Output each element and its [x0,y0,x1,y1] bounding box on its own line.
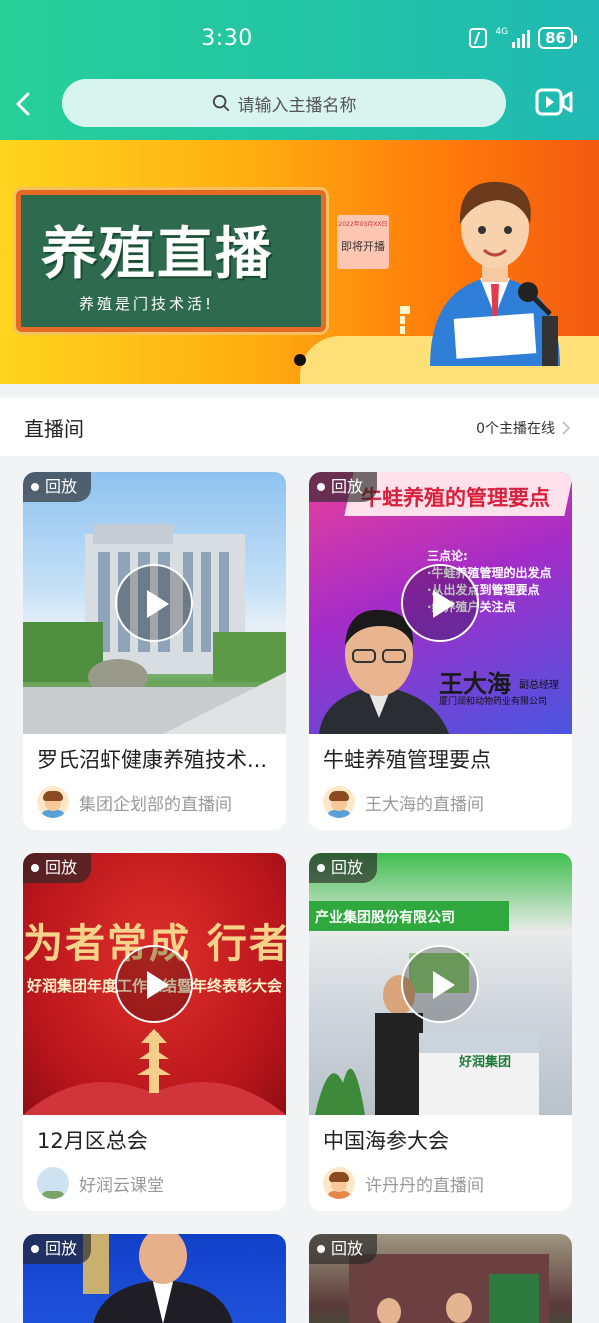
presenter-illustration [400,181,560,366]
live-room-section-header: 直播间 0个主播在线 [0,398,599,456]
live-card[interactable]: 回放 [23,1234,286,1323]
card-title: 中国海参大会 [323,1129,449,1153]
avatar [323,1167,355,1199]
avatar [37,1167,69,1199]
author-name: 集团企划部的直播间 [79,794,232,815]
back-button[interactable] [6,84,46,124]
card-thumbnail: 牛蛙养殖的管理要点 三点论: ·牛蛙养殖管理的出发点 ·从出发点到管理要点 ·给… [309,472,572,734]
search-placeholder: 请输入主播名称 [237,95,357,116]
thumb-brand: 好润集团 [459,1055,512,1070]
card-author[interactable]: 集团企划部的直播间 [37,786,232,818]
card-title: 12月区总会 [37,1129,148,1153]
header: 3:30 4G 86 请输入主播名称 [0,0,599,140]
promo-banner[interactable]: 养殖直播 养殖是门技术活! 2022年03月XX日 即将开播 [0,140,599,384]
navbar: 请输入主播名称 [0,78,599,130]
online-count-text: 0个主播在线 [476,421,555,437]
status-icons: 4G 86 [469,27,577,49]
go-live-button[interactable] [535,86,573,118]
section-title: 直播间 [24,417,84,441]
network-label: 4G [495,27,509,37]
card-title: 牛蛙养殖管理要点 [323,748,491,772]
banner-sticky-note: 2022年03月XX日 即将开播 [337,215,389,269]
banner-page-indicator [294,354,306,366]
card-author[interactable]: 好润云课堂 [37,1167,164,1199]
card-author[interactable]: 王大海的直播间 [323,786,484,818]
replay-badge: 回放 [23,472,92,502]
author-name: 许丹丹的直播间 [365,1175,484,1196]
avatar [37,786,69,818]
card-author[interactable]: 许丹丹的直播间 [323,1167,484,1199]
replay-badge: 回放 [309,1234,378,1264]
card-thumbnail: 回放 [23,472,286,734]
status-time: 3:30 [201,26,253,51]
search-input[interactable]: 请输入主播名称 [62,79,506,127]
signal-icon: 4G [495,27,531,48]
thumb-headline: 牛蛙养殖的管理要点 [361,486,550,510]
replay-badge: 回放 [23,1234,92,1264]
live-card[interactable]: 回放 罗氏沼虾健康养殖技术... 集团企划部的直播间 [23,472,286,830]
card-thumbnail: 回放 [309,1234,572,1323]
online-anchors-link[interactable]: 0个主播在线 [476,418,571,438]
banner-title: 养殖直播 [41,222,273,287]
banner-note-date: 2022年03月XX日 [338,221,388,228]
play-icon[interactable] [401,564,479,642]
live-card[interactable]: 为者常成 行者常至 好润集团年度工作总结暨年终表彰大会 回放 12月区总会 好润… [23,853,286,1211]
live-card[interactable]: 产业集团股份有限公司 好润集团 回放 中国海参大会 许丹丹的直播间 [309,853,572,1211]
play-icon[interactable] [115,564,193,642]
pagoda-illustration [23,1029,286,1115]
card-thumbnail: 产业集团股份有限公司 好润集团 回放 [309,853,572,1115]
booth-photo [349,1254,549,1323]
live-card[interactable]: 牛蛙养殖的管理要点 三点论: ·牛蛙养殖管理的出发点 ·从出发点到管理要点 ·给… [309,472,572,830]
replay-badge: 回放 [309,853,378,883]
chevron-right-icon [562,421,571,435]
banner-subtitle: 养殖是门技术活! [79,295,215,313]
video-camera-icon [535,88,573,116]
live-card[interactable]: 回放 [309,1234,572,1323]
avatar [323,786,355,818]
thumb-role: 副总经理 [519,680,559,691]
search-icon [212,94,229,112]
author-name: 好润云课堂 [79,1175,164,1196]
play-icon[interactable] [401,945,479,1023]
chevron-left-icon [16,92,30,116]
status-bar: 3:30 4G 86 [0,0,599,80]
speaker-photo [83,1234,233,1323]
banner-note-text: 即将开播 [341,240,385,253]
nfc-icon [469,28,488,48]
thumb-sign: 产业集团股份有限公司 [315,910,455,926]
card-title: 罗氏沼虾健康养殖技术... [37,748,268,772]
replay-badge: 回放 [309,472,378,502]
card-thumbnail: 为者常成 行者常至 好润集团年度工作总结暨年终表彰大会 回放 [23,853,286,1115]
play-icon[interactable] [115,945,193,1023]
banner-chalkboard: 养殖直播 养殖是门技术活! [16,190,326,332]
card-thumbnail: 回放 [23,1234,286,1323]
battery-icon: 86 [538,27,577,49]
replay-badge: 回放 [23,853,92,883]
author-name: 王大海的直播间 [365,794,484,815]
thumb-company: 厦门润和动物药业有限公司 [439,697,548,707]
